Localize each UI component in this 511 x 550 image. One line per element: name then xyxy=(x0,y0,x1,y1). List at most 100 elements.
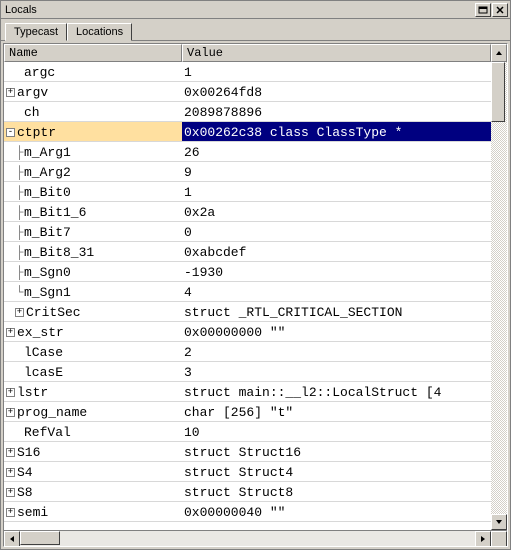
table-row[interactable]: ├m_Bit01 xyxy=(4,182,491,202)
table-row[interactable]: └m_Sgn14 xyxy=(4,282,491,302)
value-cell[interactable]: 0x00264fd8 xyxy=(182,82,491,101)
tab-locations[interactable]: Locations xyxy=(67,23,132,41)
dock-button[interactable] xyxy=(475,3,491,17)
value-cell[interactable]: 0x2a xyxy=(182,202,491,221)
table-row[interactable]: ├m_Bit70 xyxy=(4,222,491,242)
table-row[interactable]: argc1 xyxy=(4,62,491,82)
table-row[interactable]: ├m_Bit1_60x2a xyxy=(4,202,491,222)
name-cell[interactable]: ├m_Arg2 xyxy=(4,162,182,181)
name-cell[interactable]: +lstr xyxy=(4,382,182,401)
horizontal-scrollbar[interactable] xyxy=(4,530,507,546)
hscroll-thumb[interactable] xyxy=(20,531,60,545)
grid-header: Name Value xyxy=(4,44,507,62)
column-header-name[interactable]: Name xyxy=(4,44,182,62)
table-row[interactable]: ch2089878896 xyxy=(4,102,491,122)
name-cell[interactable]: ├m_Bit0 xyxy=(4,182,182,201)
value-cell[interactable]: 1 xyxy=(182,62,491,81)
name-cell[interactable]: +ex_str xyxy=(4,322,182,341)
value-cell[interactable]: 26 xyxy=(182,142,491,161)
value-cell[interactable]: struct Struct4 xyxy=(182,462,491,481)
name-cell[interactable]: ├m_Sgn0 xyxy=(4,262,182,281)
variable-name: m_Arg2 xyxy=(24,165,71,180)
vertical-scrollbar[interactable] xyxy=(491,62,507,530)
table-row[interactable]: +S16struct Struct16 xyxy=(4,442,491,462)
name-cell[interactable]: -ctptr xyxy=(4,122,182,141)
name-cell[interactable]: argc xyxy=(4,62,182,81)
name-cell[interactable]: +S16 xyxy=(4,442,182,461)
value-cell[interactable]: 10 xyxy=(182,422,491,441)
expand-icon[interactable]: + xyxy=(6,488,15,497)
name-cell[interactable]: +semi xyxy=(4,502,182,521)
column-header-value[interactable]: Value xyxy=(182,44,491,62)
value-cell[interactable]: -1930 xyxy=(182,262,491,281)
tab-typecast[interactable]: Typecast xyxy=(5,23,67,41)
variable-name: lstr xyxy=(17,385,48,400)
value-cell[interactable]: struct Struct16 xyxy=(182,442,491,461)
name-cell[interactable]: +S4 xyxy=(4,462,182,481)
name-cell[interactable]: ch xyxy=(4,102,182,121)
scroll-right-button[interactable] xyxy=(475,531,491,547)
expand-icon[interactable]: + xyxy=(6,468,15,477)
table-row[interactable]: +argv0x00264fd8 xyxy=(4,82,491,102)
value-cell[interactable]: 0x00000000 "" xyxy=(182,322,491,341)
table-row[interactable]: +lstrstruct main::__l2::LocalStruct [4 xyxy=(4,382,491,402)
name-cell[interactable]: ├m_Bit8_31 xyxy=(4,242,182,261)
expand-icon[interactable]: + xyxy=(6,88,15,97)
table-row[interactable]: -ctptr0x00262c38 class ClassType * xyxy=(4,122,491,142)
table-row[interactable]: +S8struct Struct8 xyxy=(4,482,491,502)
table-row[interactable]: ├m_Bit8_310xabcdef xyxy=(4,242,491,262)
table-row[interactable]: ├m_Arg126 xyxy=(4,142,491,162)
name-cell[interactable]: RefVal xyxy=(4,422,182,441)
table-row[interactable]: +CritSecstruct _RTL_CRITICAL_SECTION xyxy=(4,302,491,322)
value-cell[interactable]: struct main::__l2::LocalStruct [4 xyxy=(182,382,491,401)
expand-icon[interactable]: + xyxy=(6,508,15,517)
value-cell[interactable]: 0xabcdef xyxy=(182,242,491,261)
table-row[interactable]: ├m_Arg29 xyxy=(4,162,491,182)
variable-name: m_Arg1 xyxy=(24,145,71,160)
expand-icon[interactable]: + xyxy=(6,448,15,457)
value-cell[interactable]: struct Struct8 xyxy=(182,482,491,501)
close-button[interactable] xyxy=(492,3,508,17)
name-cell[interactable]: ├m_Bit7 xyxy=(4,222,182,241)
table-row[interactable]: lcasE3 xyxy=(4,362,491,382)
name-cell[interactable]: +CritSec xyxy=(4,302,182,321)
value-cell[interactable]: 0x00000040 "" xyxy=(182,502,491,521)
value-cell[interactable]: 3 xyxy=(182,362,491,381)
table-row[interactable]: +ex_str0x00000000 "" xyxy=(4,322,491,342)
table-row[interactable]: ├m_Sgn0-1930 xyxy=(4,262,491,282)
collapse-icon[interactable]: - xyxy=(6,128,15,137)
table-row[interactable]: lCase2 xyxy=(4,342,491,362)
name-cell[interactable]: ├m_Bit1_6 xyxy=(4,202,182,221)
value-cell[interactable]: struct _RTL_CRITICAL_SECTION xyxy=(182,302,491,321)
name-cell[interactable]: lcasE xyxy=(4,362,182,381)
scroll-down-button[interactable] xyxy=(491,514,507,530)
table-row[interactable]: +S4struct Struct4 xyxy=(4,462,491,482)
name-cell[interactable]: +S8 xyxy=(4,482,182,501)
expand-icon[interactable]: + xyxy=(6,408,15,417)
name-cell[interactable]: lCase xyxy=(4,342,182,361)
value-cell[interactable]: 1 xyxy=(182,182,491,201)
value-cell[interactable]: char [256] "t" xyxy=(182,402,491,421)
expand-icon[interactable]: + xyxy=(6,328,15,337)
value-cell[interactable]: 0 xyxy=(182,222,491,241)
value-cell[interactable]: 2 xyxy=(182,342,491,361)
value-cell[interactable]: 2089878896 xyxy=(182,102,491,121)
value-cell[interactable]: 9 xyxy=(182,162,491,181)
vscroll-thumb[interactable] xyxy=(491,62,505,122)
name-cell[interactable]: +argv xyxy=(4,82,182,101)
table-row[interactable]: +semi0x00000040 "" xyxy=(4,502,491,522)
expand-icon[interactable]: + xyxy=(6,388,15,397)
scroll-up-button[interactable] xyxy=(491,44,507,62)
scroll-left-button[interactable] xyxy=(4,531,20,547)
table-row[interactable]: +prog_namechar [256] "t" xyxy=(4,402,491,422)
value-cell[interactable]: 0x00262c38 class ClassType * xyxy=(182,122,491,141)
name-cell[interactable]: +prog_name xyxy=(4,402,182,421)
name-cell[interactable]: └m_Sgn1 xyxy=(4,282,182,301)
variable-name: m_Sgn0 xyxy=(24,265,71,280)
variable-value: struct _RTL_CRITICAL_SECTION xyxy=(184,305,402,320)
value-cell[interactable]: 4 xyxy=(182,282,491,301)
expand-icon[interactable]: + xyxy=(15,308,24,317)
table-row[interactable]: RefVal10 xyxy=(4,422,491,442)
name-cell[interactable]: ├m_Arg1 xyxy=(4,142,182,161)
variable-name: CritSec xyxy=(26,305,81,320)
